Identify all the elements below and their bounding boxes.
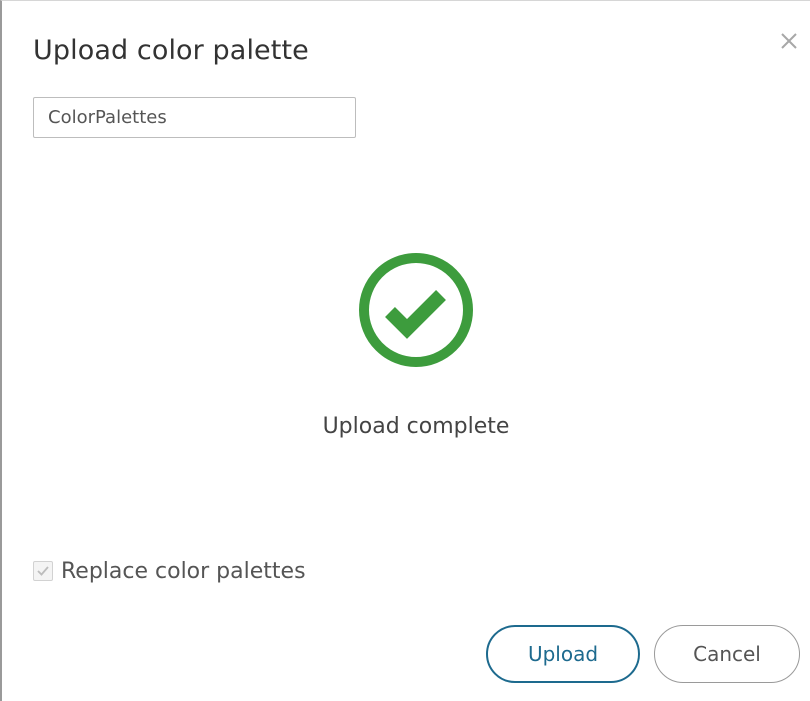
upload-button[interactable]: Upload xyxy=(486,625,640,683)
close-icon xyxy=(781,33,797,49)
check-circle-icon xyxy=(359,253,473,367)
close-button[interactable] xyxy=(775,27,803,55)
upload-status-text: Upload complete xyxy=(322,414,510,439)
replace-palettes-checkbox[interactable] xyxy=(33,561,53,581)
dialog-title: Upload color palette xyxy=(33,35,309,66)
upload-color-palette-dialog: Upload color palette Upload complete Rep… xyxy=(0,0,810,701)
file-name-input[interactable] xyxy=(33,97,356,138)
replace-palettes-label: Replace color palettes xyxy=(61,558,306,584)
cancel-button[interactable]: Cancel xyxy=(654,625,800,683)
replace-palettes-option: Replace color palettes xyxy=(33,556,306,586)
checkmark-icon xyxy=(37,566,49,576)
